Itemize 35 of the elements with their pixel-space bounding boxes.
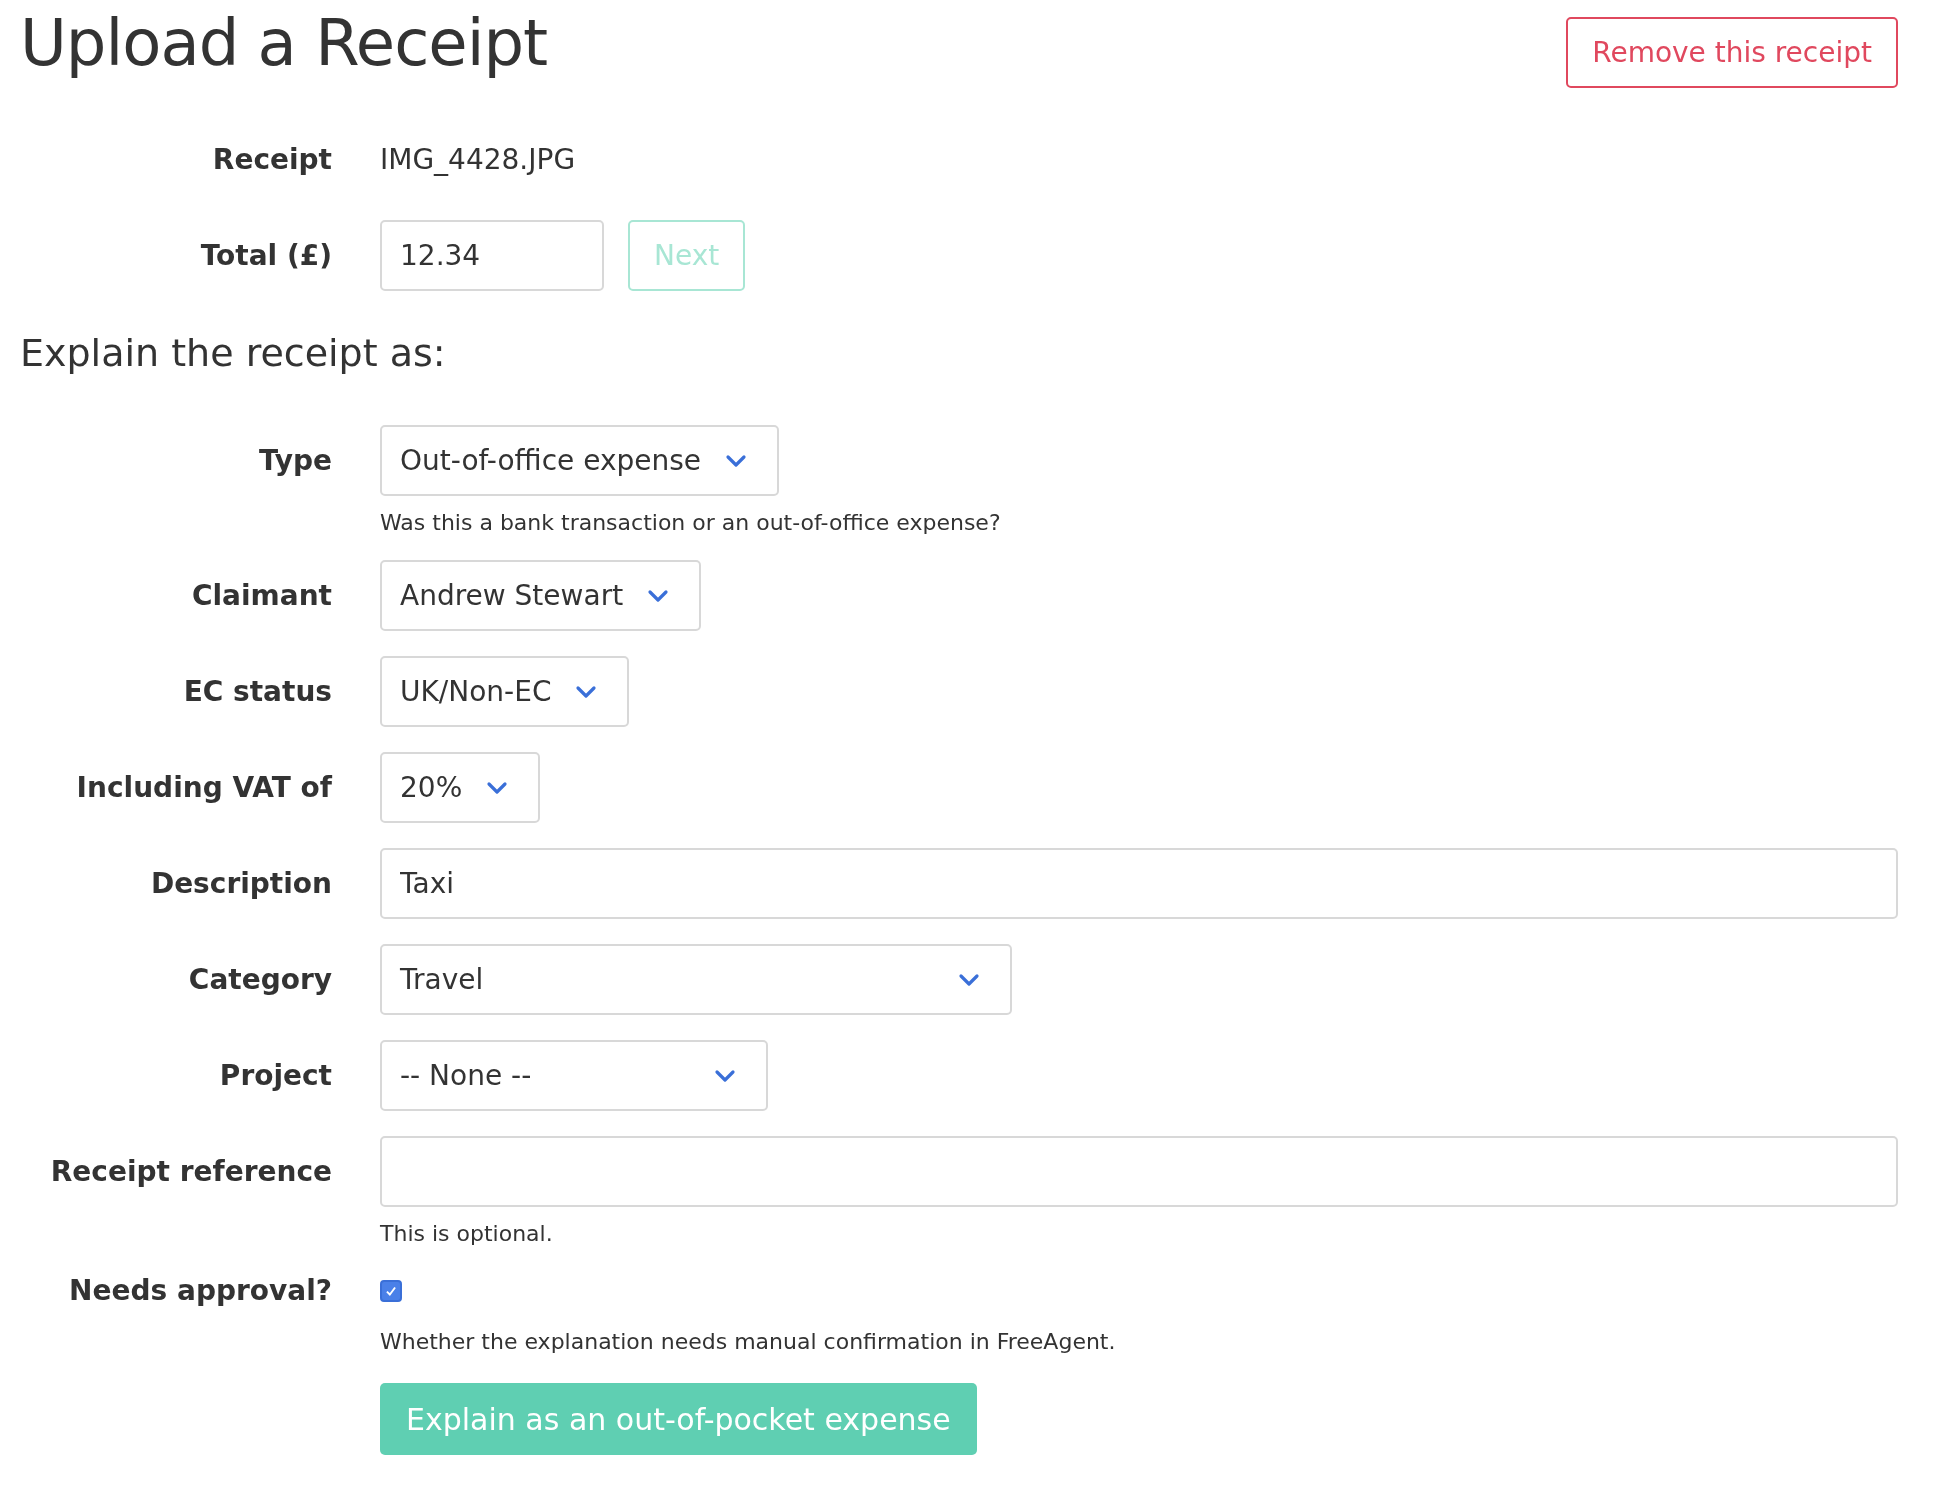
select-dropdown[interactable]: Travel	[380, 944, 1012, 1015]
input-field[interactable]: 12.34	[380, 220, 604, 291]
field-label: EC status	[182, 674, 333, 710]
select-dropdown[interactable]: Out-of-office expense	[380, 425, 780, 496]
help-text: Was this a bank transaction or an out-of-office expense?	[380, 510, 1002, 535]
select-dropdown[interactable]: -- None --	[380, 1040, 768, 1111]
field-label: Receipt	[211, 142, 333, 178]
field-label: Total (£)	[199, 238, 333, 274]
field-label: Category	[187, 962, 333, 998]
help-text: Whether the explanation needs manual confirmation in FreeAgent.	[380, 1329, 1117, 1354]
select-dropdown[interactable]: 20%	[380, 752, 541, 823]
checkbox[interactable]	[380, 1280, 402, 1302]
field-label: Needs approval?	[68, 1273, 333, 1309]
input-field[interactable]: Taxi	[380, 848, 1898, 919]
checkmark-icon	[384, 1284, 398, 1298]
section-heading: Explain the receipt as:	[20, 331, 447, 375]
page-title: Upload a Receipt	[20, 6, 548, 80]
chevron-down-icon	[958, 972, 980, 987]
field-label: Including VAT of	[75, 770, 334, 806]
select-dropdown[interactable]: Andrew Stewart	[380, 560, 702, 631]
chevron-down-icon	[486, 780, 509, 795]
remove-receipt-button[interactable]: Remove this receipt	[1566, 17, 1898, 88]
field-label: Project	[218, 1058, 333, 1094]
chevron-down-icon	[647, 588, 670, 603]
chevron-down-icon	[575, 684, 598, 699]
field-label: Claimant	[190, 578, 333, 614]
chevron-down-icon	[714, 1068, 736, 1083]
chevron-down-icon	[725, 453, 748, 468]
field-label: Receipt reference	[49, 1154, 333, 1190]
field-label: Description	[149, 866, 333, 902]
file-name: IMG_4428.JPG	[380, 143, 576, 176]
select-dropdown[interactable]: UK/Non-EC	[380, 656, 630, 727]
field-label: Type	[257, 443, 333, 479]
help-text: This is optional.	[380, 1221, 554, 1246]
input-field[interactable]	[380, 1136, 1898, 1207]
